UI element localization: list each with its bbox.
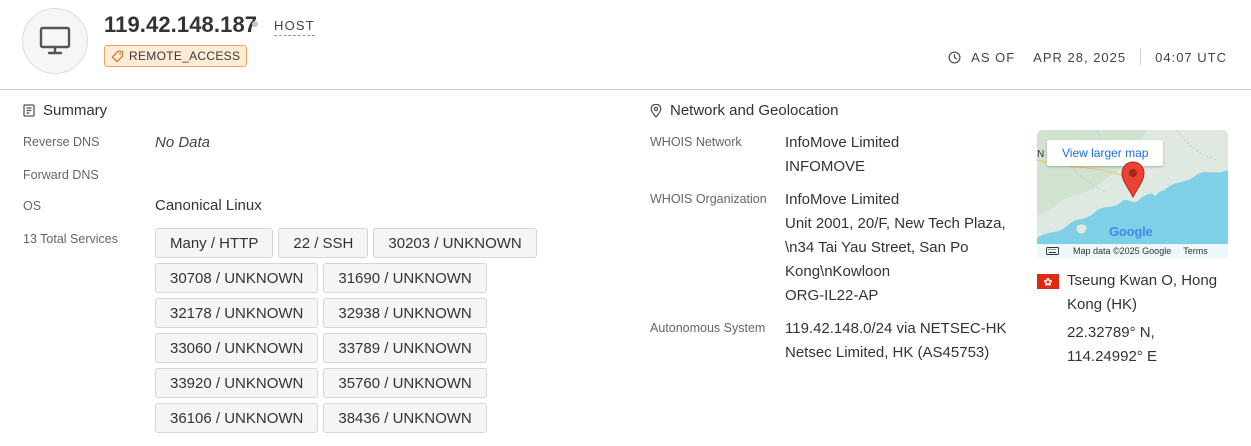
remote-access-tag[interactable]: REMOTE_ACCESS [104,45,248,67]
services-count-label: 13 Total Services [23,232,118,246]
latitude: 22.32789° N, [1067,324,1155,341]
hong-kong-flag-icon [1037,274,1059,289]
service-chip[interactable]: 36106 / UNKNOWN [155,403,319,433]
host-header: 119.42.148.187 HOST REMOTE_ACCESS AS OF … [0,0,1251,90]
geo-location: Tseung Kwan O, Hong Kong (HK) [1067,272,1218,313]
geo-coordinates: 22.32789° N, 114.24992° E [1067,321,1157,369]
network-title: Network and Geolocation [670,102,839,119]
host-avatar [22,8,88,74]
asn-value: 119.42.148.0/24 via NETSEC-HK Netsec Lim… [785,320,1007,361]
summary-title: Summary [43,102,108,119]
network-heading: Network and Geolocation [650,102,838,119]
clock-icon [948,50,961,64]
asn-label: Autonomous System [650,321,766,335]
service-chip[interactable]: 22 / SSH [278,228,369,258]
whois-org-value: InfoMove Limited Unit 2001, 20/F, New Te… [785,191,1006,304]
map-attribution-bar: Map data ©2025 Google Terms [1037,244,1228,258]
location-pin-icon [650,103,662,118]
map-marker-icon[interactable] [1120,160,1146,203]
document-icon [23,104,35,117]
service-chip[interactable]: 35760 / UNKNOWN [323,368,487,398]
service-chip[interactable]: 30708 / UNKNOWN [155,263,319,293]
view-larger-map-button[interactable]: View larger map [1047,140,1164,166]
keyboard-icon[interactable] [1046,247,1060,255]
forward-dns-label: Forward DNS [23,168,99,182]
reverse-dns-label: Reverse DNS [23,135,100,149]
whois-network-value: InfoMove Limited INFOMOVE [785,134,900,175]
whois-network-label: WHOIS Network [650,135,742,149]
title-separator-dot [252,21,258,27]
as-of-date: APR 28, 2025 [1033,49,1127,65]
os-value: Canonical Linux [155,197,262,214]
service-chip[interactable]: 32178 / UNKNOWN [155,298,319,328]
os-label: OS [23,199,42,213]
map-terms-link[interactable]: Terms [1183,246,1208,256]
service-chip[interactable]: Many / HTTP [155,228,274,258]
date-time-divider [1140,49,1142,65]
service-chip[interactable]: 38436 / UNKNOWN [323,403,487,433]
service-chip[interactable]: 32938 / UNKNOWN [323,298,487,328]
service-chip[interactable]: 33060 / UNKNOWN [155,333,319,363]
tag-icon [111,50,124,63]
whois-org-label: WHOIS Organization [650,192,767,206]
google-logo: Google [1109,224,1153,239]
service-chip[interactable]: 33920 / UNKNOWN [155,368,319,398]
service-chip[interactable]: 31690 / UNKNOWN [323,263,487,293]
longitude: 114.24992° E [1067,348,1157,365]
service-chip[interactable]: 30203 / UNKNOWN [373,228,537,258]
as-of-timestamp: AS OF APR 28, 2025 04:07 UTC [948,48,1227,66]
host-type-label[interactable]: HOST [274,18,315,36]
service-chip[interactable]: 33789 / UNKNOWN [323,333,487,363]
monitor-icon [39,26,71,56]
ip-address-title: 119.42.148.187 [104,12,258,37]
location-map[interactable]: N View larger map Google Map data ©2025 … [1037,130,1228,258]
summary-heading: Summary [23,102,107,119]
tag-label: REMOTE_ACCESS [129,49,241,63]
map-edge-label: N [1037,149,1045,160]
as-of-label: AS OF [971,49,1016,65]
reverse-dns-value: No Data [155,134,211,151]
services-list: Many / HTTP 22 / SSH 30203 / UNKNOWN 307… [155,228,537,438]
as-of-time: 04:07 UTC [1155,49,1227,65]
map-attribution-text: Map data ©2025 Google [1073,246,1172,256]
